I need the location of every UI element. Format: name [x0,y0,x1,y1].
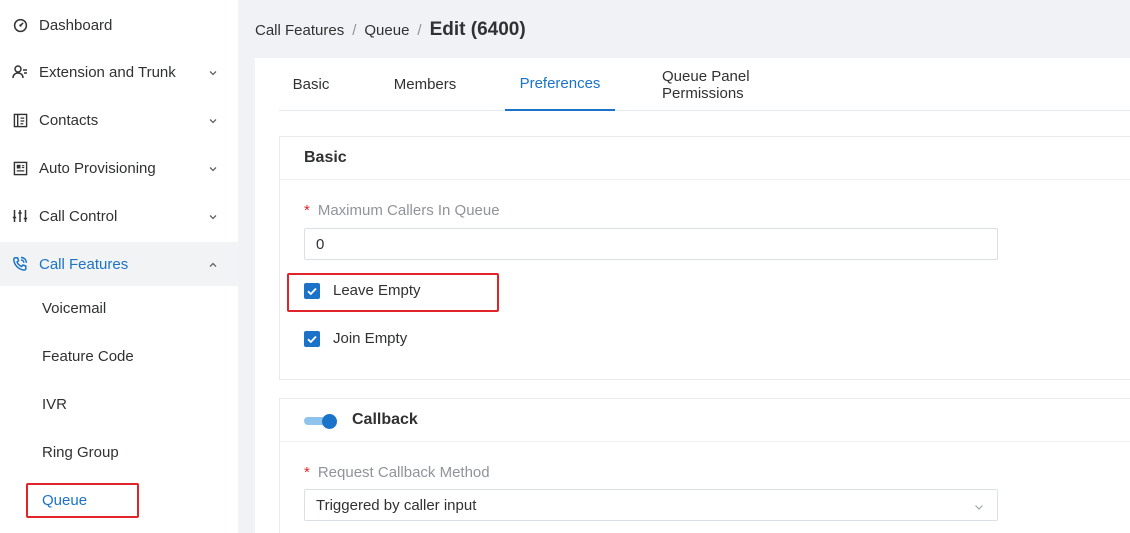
section-header: Callback [280,399,1130,442]
chevron-down-icon [207,210,219,222]
provisioning-icon [12,160,28,176]
leave-empty-label: Leave Empty [333,282,421,299]
check-icon [307,335,317,343]
sidebar-subitem-label: Ring Group [42,443,119,461]
leave-empty-checkbox-row[interactable]: Leave Empty [304,282,421,299]
sidebar-subitem-ring-group[interactable]: Ring Group [0,430,238,474]
breadcrumb-call-features[interactable]: Call Features [255,22,344,39]
dashboard-icon [12,17,28,33]
max-callers-label: * Maximum Callers In Queue [304,202,500,219]
chevron-up-icon [207,258,219,270]
sidebar-subitem-voicemail[interactable]: Voicemail [0,286,238,330]
join-empty-checkbox[interactable] [304,330,320,347]
sidebar-item-label: Auto Provisioning [39,159,156,177]
sidebar-item-auto-provisioning[interactable]: Auto Provisioning [0,146,238,190]
section-header: Basic [280,137,1130,180]
user-icon [12,64,28,80]
sidebar-item-label: Extension and Trunk [39,63,176,81]
callback-method-select[interactable]: Triggered by caller input [304,489,998,521]
breadcrumb-separator: / [417,21,422,39]
sidebar-subitem-label: Voicemail [42,299,107,317]
callback-method-label-text: Request Callback Method [317,464,490,481]
sidebar-item-label: Contacts [39,111,99,129]
sliders-icon [12,208,28,224]
callback-method-value: Triggered by caller input [316,496,477,514]
max-callers-input[interactable]: 0 [304,228,998,260]
callback-section: Callback * Request Callback Method Trigge… [279,398,1130,533]
leave-empty-checkbox[interactable] [304,282,320,299]
callback-toggle[interactable] [304,411,338,431]
basic-section: Basic * Maximum Callers In Queue 0 Leave … [279,136,1130,380]
phone-icon [12,256,28,272]
sidebar-subitem-queue[interactable]: Queue [0,478,238,522]
sidebar-item-contacts[interactable]: Contacts [0,98,238,142]
sidebar-subitem-label: Feature Code [42,347,134,365]
chevron-down-icon [973,500,985,512]
max-callers-value: 0 [316,235,325,253]
chevron-down-icon [207,66,219,78]
sidebar-item-label: Dashboard [39,16,113,34]
sidebar-item-label: Call Features [39,255,129,273]
tab-basic[interactable]: Basic [293,58,330,111]
max-callers-label-text: Maximum Callers In Queue [317,202,500,219]
required-marker: * [304,202,310,219]
sidebar: Dashboard Extension and Trunk Contacts A… [0,0,238,533]
required-marker: * [304,464,310,481]
page-title: Edit (6400) [429,19,526,40]
tab-preferences[interactable]: Preferences [505,58,615,111]
sidebar-subitem-label: IVR [42,395,68,413]
join-empty-label: Join Empty [333,330,408,347]
breadcrumb: Call Features / Queue / Edit (6400) [255,17,526,43]
chevron-down-icon [207,114,219,126]
sidebar-item-call-features[interactable]: Call Features [0,242,238,286]
join-empty-checkbox-row[interactable]: Join Empty [304,330,407,347]
sidebar-subitem-label: Queue [42,491,88,509]
toggle-knob [322,414,337,429]
sidebar-subitem-ivr[interactable]: IVR [0,382,238,426]
section-title: Callback [352,411,418,428]
sidebar-item-call-control[interactable]: Call Control [0,194,238,238]
tab-bar: Basic Members Preferences Queue Panel Pe… [279,58,1130,111]
tab-queue-panel-permissions[interactable]: Queue Panel Permissions [662,58,830,111]
breadcrumb-separator: / [352,21,357,39]
sidebar-item-label: Call Control [39,207,118,225]
check-icon [307,287,317,295]
tab-members[interactable]: Members [393,58,457,111]
main-panel: Basic Members Preferences Queue Panel Pe… [255,58,1130,533]
sidebar-item-extension-and-trunk[interactable]: Extension and Trunk [0,50,238,94]
breadcrumb-queue[interactable]: Queue [364,22,409,39]
contacts-icon [12,112,28,128]
sidebar-subitem-feature-code[interactable]: Feature Code [0,334,238,378]
sidebar-item-dashboard[interactable]: Dashboard [0,3,238,47]
callback-method-label: * Request Callback Method [304,464,490,481]
chevron-down-icon [207,162,219,174]
section-title: Basic [304,149,347,166]
